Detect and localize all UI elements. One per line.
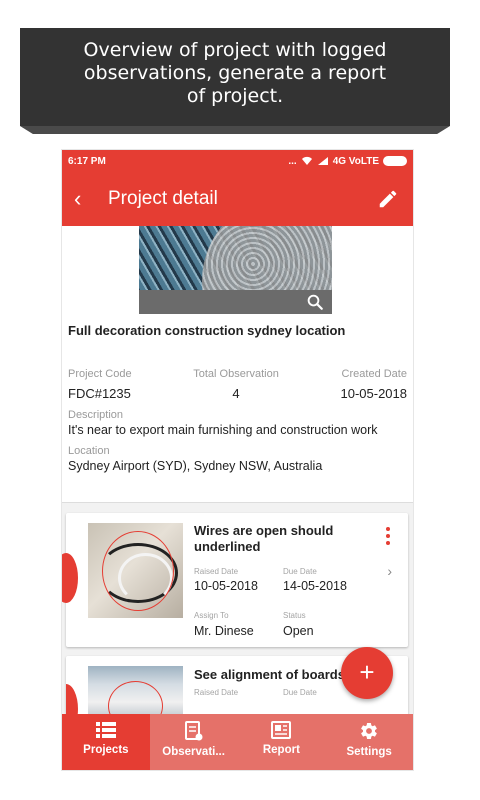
assign-to-label: Assign To xyxy=(194,611,229,620)
tab-label: Report xyxy=(262,744,300,756)
project-code-value: FDC#1235 xyxy=(68,386,131,401)
page-title: Project detail xyxy=(108,188,218,209)
total-observation-label: Total Observation xyxy=(193,368,279,380)
bottom-navigation: Projects Observati... Report Settings xyxy=(62,714,413,770)
caption-line-1: Overview of project with logged xyxy=(83,39,387,61)
project-meta-row: Project Code FDC#1235 Total Observation … xyxy=(62,368,413,401)
project-name: Full decoration construction sydney loca… xyxy=(68,323,346,338)
project-image[interactable] xyxy=(139,226,332,314)
search-icon[interactable] xyxy=(306,293,324,311)
description-label: Description xyxy=(68,409,124,421)
location-value: Sydney Airport (SYD), Sydney NSW, Austra… xyxy=(68,459,323,473)
image-caption-bar xyxy=(139,290,332,314)
observation-thumbnail[interactable] xyxy=(88,523,183,618)
chevron-right-icon[interactable]: › xyxy=(387,563,392,579)
observation-card[interactable]: Wires are open should underlined › Raise… xyxy=(62,513,408,647)
observation-title: Wires are open should underlined xyxy=(194,523,334,554)
battery-icon xyxy=(383,156,407,166)
raised-date-label: Raised Date xyxy=(194,688,239,697)
tab-settings[interactable]: Settings xyxy=(325,714,413,770)
tab-label: Observati... xyxy=(162,746,225,758)
due-date-label: Due Date xyxy=(283,688,317,697)
created-date-block: Created Date 10-05-2018 xyxy=(340,368,407,401)
network-label: 4G VoLTE xyxy=(332,155,379,167)
created-date-value: 10-05-2018 xyxy=(340,386,407,401)
description-value: It's near to export main furnishing and … xyxy=(68,423,378,437)
due-date-value: 14-05-2018 xyxy=(283,579,347,593)
tab-label: Settings xyxy=(346,746,392,758)
status-icons: ... 4G VoLTE xyxy=(288,156,407,167)
description-block: Description It's near to export main fur… xyxy=(62,409,413,437)
observation-title: See alignment of boards xyxy=(194,667,345,682)
status-bar: 6:17 PM ... 4G VoLTE xyxy=(62,150,413,172)
tab-observations[interactable]: Observati... xyxy=(150,714,238,770)
status-dots: ... xyxy=(288,155,297,167)
status-value: Open xyxy=(283,624,314,638)
chevron-left-icon[interactable]: ‹ xyxy=(74,186,102,212)
caption-line-2: observations, generate a report xyxy=(83,62,387,84)
signal-icon xyxy=(317,157,328,165)
total-observation-value: 4 xyxy=(232,386,240,401)
project-code-block: Project Code FDC#1235 xyxy=(68,368,132,401)
observation-thumbnail[interactable] xyxy=(88,666,183,716)
caption-banner-shadow xyxy=(20,126,450,134)
wifi-icon xyxy=(301,156,312,165)
location-block: Location Sydney Airport (SYD), Sydney NS… xyxy=(62,445,413,473)
report-icon xyxy=(271,721,292,739)
caption-banner: Overview of project with logged observat… xyxy=(20,28,450,126)
raised-date-label: Raised Date xyxy=(194,567,239,576)
list-icon xyxy=(95,722,116,738)
tab-report[interactable]: Report xyxy=(238,714,326,770)
status-time: 6:17 PM xyxy=(68,155,106,167)
card-side-marker xyxy=(62,553,78,603)
tab-projects[interactable]: Projects xyxy=(62,714,150,770)
card-side-marker xyxy=(66,684,78,716)
caption-line-3: of project. xyxy=(186,85,284,107)
pencil-icon[interactable] xyxy=(377,188,399,210)
raised-date-value: 10-05-2018 xyxy=(194,579,258,593)
assign-to-value: Mr. Dinese xyxy=(194,624,254,638)
location-label: Location xyxy=(68,445,110,457)
add-observation-button[interactable]: + xyxy=(341,647,393,699)
tab-label: Projects xyxy=(83,744,129,756)
phone-screen: 6:17 PM ... 4G VoLTE ‹ Project detail Fu… xyxy=(62,150,413,770)
app-bar: ‹ Project detail xyxy=(62,172,413,226)
total-observation-block: Total Observation 4 xyxy=(193,368,279,401)
project-code-label: Project Code xyxy=(68,368,132,380)
due-date-label: Due Date xyxy=(283,567,317,576)
more-vert-icon[interactable] xyxy=(386,527,390,548)
document-icon xyxy=(184,721,203,741)
gear-icon xyxy=(361,722,377,740)
status-label: Status xyxy=(283,611,306,620)
created-date-label: Created Date xyxy=(341,368,407,380)
